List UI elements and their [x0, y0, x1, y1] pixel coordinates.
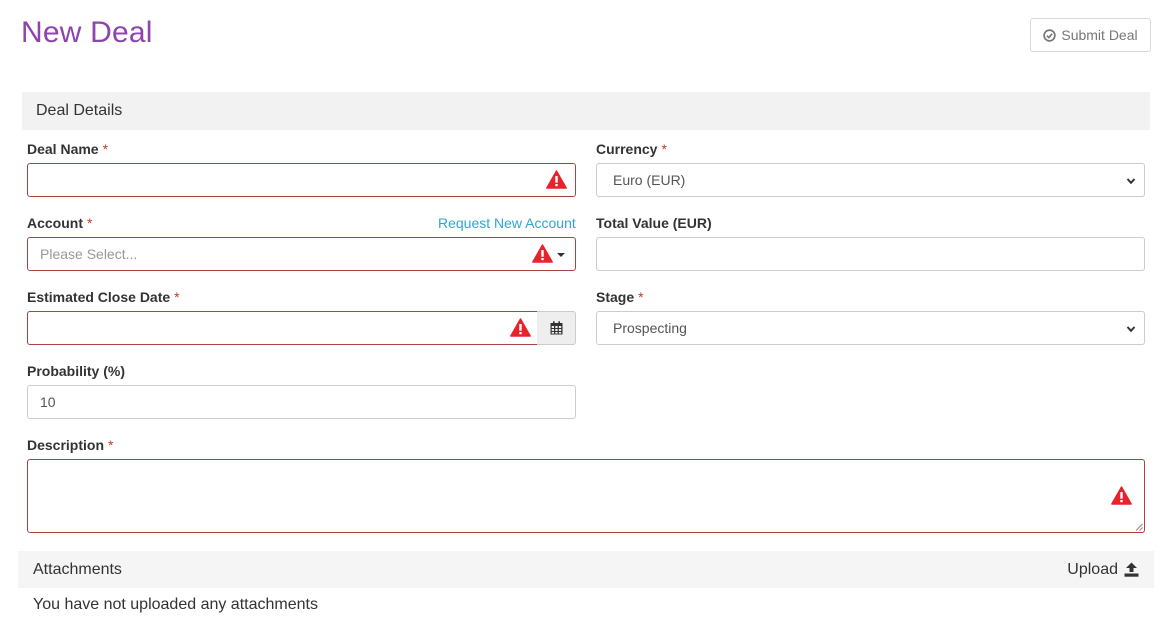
upload-icon: [1124, 562, 1139, 577]
chevron-down-icon: [1126, 176, 1136, 186]
calendar-button[interactable]: [537, 311, 576, 345]
probability-label: Probability (%): [27, 363, 126, 379]
required-marker: *: [638, 289, 644, 305]
upload-button[interactable]: Upload: [1067, 561, 1139, 579]
total-value-input[interactable]: [596, 237, 1145, 271]
stage-value: Prospecting: [613, 320, 687, 336]
request-new-account-link[interactable]: Request New Account: [438, 215, 576, 231]
deal-name-input[interactable]: [27, 163, 576, 197]
required-marker: *: [174, 289, 180, 305]
warning-icon: [510, 318, 531, 337]
page-title: New Deal: [21, 16, 153, 49]
chevron-down-icon: [1126, 324, 1136, 334]
check-circle-icon: [1043, 28, 1057, 42]
currency-label-text: Currency: [596, 141, 658, 157]
required-marker: *: [108, 437, 114, 453]
description-label: Description *: [27, 437, 113, 453]
account-label-text: Account: [27, 215, 83, 231]
attachments-title: Attachments: [33, 560, 122, 578]
warning-icon: [532, 244, 553, 263]
description-label-text: Description: [27, 437, 105, 453]
stage-label: Stage *: [596, 289, 644, 305]
close-date-input[interactable]: [27, 311, 538, 345]
upload-label: Upload: [1067, 560, 1118, 578]
warning-icon: [546, 170, 567, 189]
stage-label-text: Stage: [596, 289, 635, 305]
required-marker: *: [87, 215, 93, 231]
submit-deal-button[interactable]: Submit Deal: [1030, 18, 1151, 52]
account-select[interactable]: Please Select...: [27, 237, 576, 271]
warning-icon: [1111, 486, 1132, 505]
caret-down-icon: [557, 253, 565, 257]
total-value-label: Total Value (EUR): [596, 215, 712, 231]
probability-input[interactable]: 10: [27, 385, 576, 419]
close-date-label-text: Estimated Close Date: [27, 289, 171, 305]
account-label: Account *: [27, 215, 92, 231]
description-textarea[interactable]: [27, 459, 1145, 533]
account-placeholder: Please Select...: [40, 246, 138, 262]
close-date-label: Estimated Close Date *: [27, 289, 180, 305]
currency-value: Euro (EUR): [613, 172, 686, 188]
deal-name-label-text: Deal Name: [27, 141, 99, 157]
probability-value: 10: [40, 394, 56, 410]
stage-select[interactable]: Prospecting: [596, 311, 1145, 345]
currency-label: Currency *: [596, 141, 667, 157]
required-marker: *: [661, 141, 667, 157]
deal-details-header: Deal Details: [22, 92, 1150, 130]
deal-name-label: Deal Name *: [27, 141, 108, 157]
deal-details-title: Deal Details: [36, 102, 123, 119]
submit-deal-label: Submit Deal: [1061, 27, 1138, 43]
attachments-empty-message: You have not uploaded any attachments: [33, 596, 318, 613]
currency-select[interactable]: Euro (EUR): [596, 163, 1145, 197]
calendar-icon: [550, 321, 562, 335]
attachments-header: Attachments Upload: [18, 551, 1154, 588]
resize-grip-icon[interactable]: [1135, 523, 1143, 531]
required-marker: *: [102, 141, 109, 157]
